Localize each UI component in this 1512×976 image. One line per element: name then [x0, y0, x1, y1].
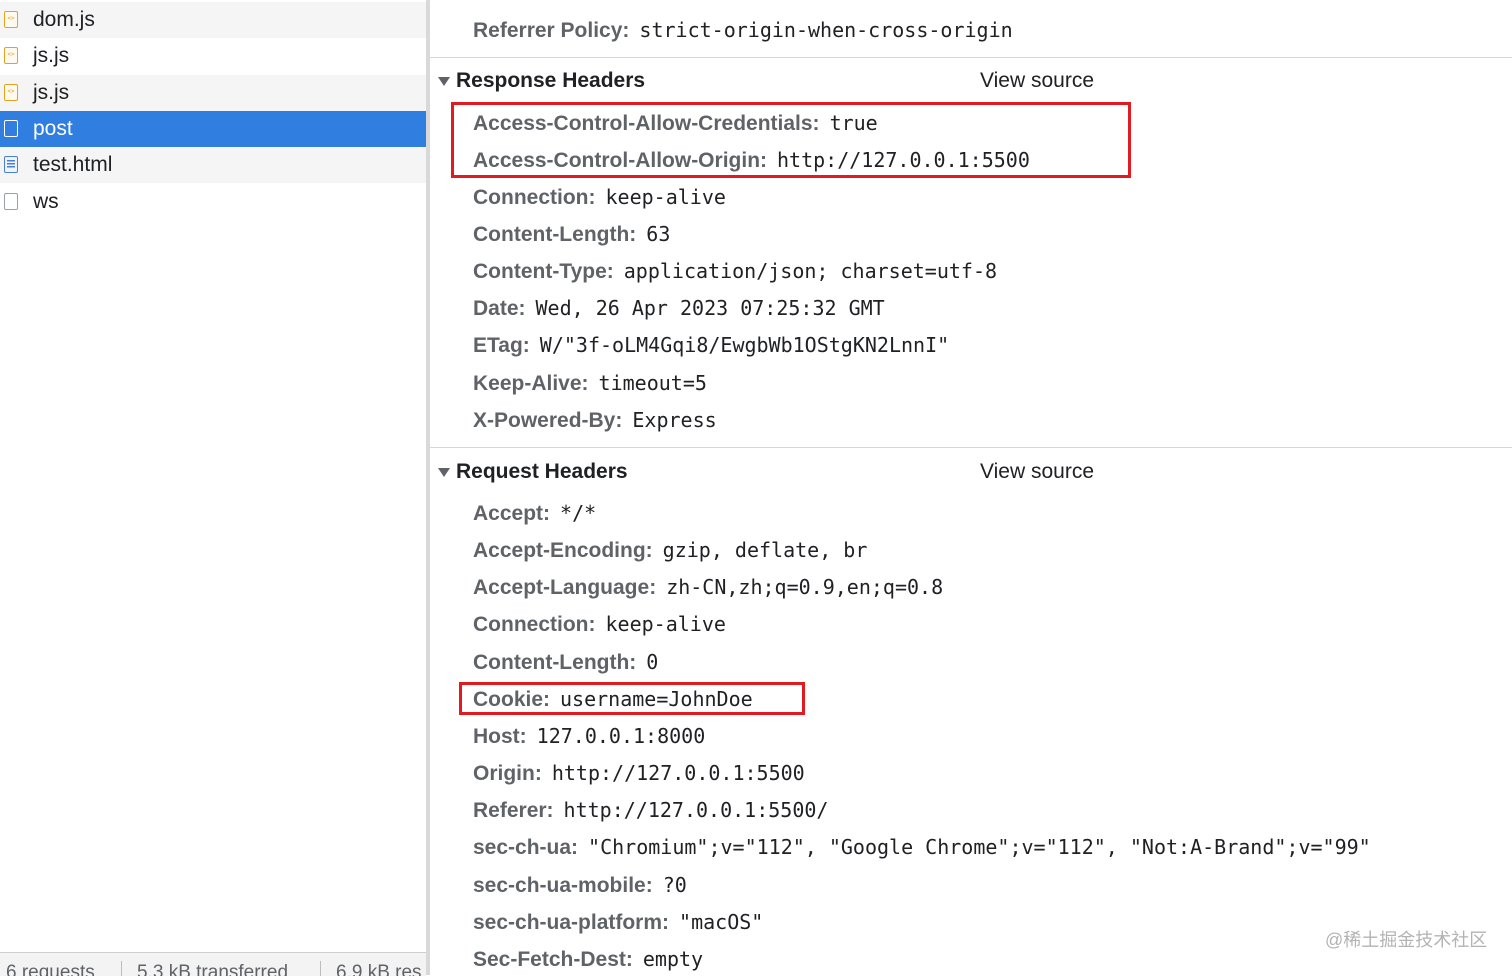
header-value: "Chromium";v="112", "Google Chrome";v="1…	[588, 835, 1371, 859]
header-value: 127.0.0.1:8000	[536, 724, 706, 748]
response-header-row: X-Powered-By: Express	[473, 405, 717, 435]
header-key: Connection:	[473, 613, 596, 636]
request-header-row: sec-ch-ua-mobile: ?0	[473, 870, 687, 900]
header-value: timeout=5	[598, 371, 707, 395]
request-row-dom-js[interactable]: dom.js	[0, 2, 426, 38]
html-file-icon	[4, 156, 18, 173]
request-name: post	[33, 117, 73, 140]
request-header-row: Accept: */*	[473, 498, 596, 528]
request-header-row: Sec-Fetch-Dest: empty	[473, 944, 703, 974]
header-value: */*	[560, 501, 597, 525]
header-value: gzip, deflate, br	[662, 538, 868, 562]
headers-panel: Referrer Policy: strict-origin-when-cross…	[430, 0, 1512, 975]
header-value: Wed, 26 Apr 2023 07:25:32 GMT	[535, 296, 885, 320]
request-name: js.js	[33, 44, 70, 67]
request-name: js.js	[33, 81, 70, 104]
header-key: Date:	[473, 297, 526, 320]
header-key: Referrer Policy:	[473, 19, 630, 42]
request-list: dom.js js.js js.js post test.html ws 6 r…	[0, 0, 426, 976]
resources-size: 6.9 kB res	[336, 962, 422, 976]
js-file-icon	[4, 47, 18, 64]
js-file-icon	[4, 11, 18, 28]
response-header-row: Date: Wed, 26 Apr 2023 07:25:32 GMT	[473, 293, 885, 323]
header-value: zh-CN,zh;q=0.9,en;q=0.8	[666, 575, 944, 599]
status-separator	[121, 961, 122, 976]
header-key: Content-Length:	[473, 223, 637, 246]
response-header-row: Content-Type: application/json; charset=u…	[473, 256, 997, 286]
status-separator	[320, 961, 321, 976]
header-key: Connection:	[473, 186, 596, 209]
response-headers-toggle[interactable]: Response Headers	[438, 67, 645, 95]
header-value: application/json; charset=utf-8	[623, 259, 998, 283]
request-header-row: Connection: keep-alive	[473, 609, 726, 639]
request-count: 6 requests	[6, 962, 95, 976]
section-title: Response Headers	[456, 69, 646, 92]
transferred-size: 5.3 kB transferred	[137, 962, 289, 976]
request-row-test-html[interactable]: test.html	[0, 147, 426, 183]
header-value: W/"3f-oLM4Gqi8/EwgbWb1OStgKN2LnnI"	[539, 333, 950, 357]
request-view-source-link[interactable]: View source	[980, 458, 1094, 486]
js-file-icon	[4, 84, 18, 101]
request-row-js-js[interactable]: js.js	[0, 75, 426, 111]
watermark: @稀土掘金技术社区	[1325, 930, 1488, 950]
request-row-post[interactable]: post	[0, 111, 426, 147]
header-value: strict-origin-when-cross-origin	[639, 18, 1013, 42]
document-icon	[4, 120, 18, 137]
request-header-row: Referer: http://127.0.0.1:5500/	[473, 795, 828, 825]
header-referrer-policy: Referrer Policy: strict-origin-when-cross…	[473, 15, 1013, 45]
header-key: Keep-Alive:	[473, 372, 589, 395]
header-value: http://127.0.0.1:5500	[551, 761, 805, 785]
document-icon	[4, 193, 18, 210]
header-key: Accept:	[473, 502, 551, 525]
response-header-row: Connection: keep-alive	[473, 182, 726, 212]
header-value: keep-alive	[605, 612, 726, 636]
request-headers-toggle[interactable]: Request Headers	[438, 458, 628, 486]
header-key: Content-Length:	[473, 651, 637, 674]
header-key: Accept-Encoding:	[473, 539, 653, 562]
header-key: Referer:	[473, 799, 554, 822]
section-divider	[430, 447, 1512, 448]
header-value: keep-alive	[605, 185, 726, 209]
header-value: empty	[642, 947, 704, 971]
header-key: sec-ch-ua-platform:	[473, 911, 670, 934]
section-title: Request Headers	[456, 460, 628, 483]
triangle-down-icon	[438, 76, 450, 86]
request-header-row: Host: 127.0.0.1:8000	[473, 721, 705, 751]
header-key: X-Powered-By:	[473, 409, 623, 432]
request-name: ws	[33, 190, 59, 213]
request-row-ws[interactable]: ws	[0, 184, 426, 220]
request-header-row: sec-ch-ua: "Chromium";v="112", "Google Ch…	[473, 832, 1371, 862]
request-header-row: Accept-Language: zh-CN,zh;q=0.9,en;q=0.8	[473, 572, 943, 602]
triangle-down-icon	[438, 467, 450, 477]
header-key: Accept-Language:	[473, 576, 657, 599]
response-header-row: Content-Length: 63	[473, 219, 670, 249]
header-value: Express	[632, 408, 717, 432]
header-value: "macOS"	[679, 910, 764, 934]
request-header-row: sec-ch-ua-platform: "macOS"	[473, 907, 763, 937]
section-divider	[430, 57, 1512, 58]
request-header-row: Origin: http://127.0.0.1:5500	[473, 758, 805, 788]
request-header-row: Accept-Encoding: gzip, deflate, br	[473, 535, 867, 565]
header-key: Sec-Fetch-Dest:	[473, 948, 633, 971]
header-key: Origin:	[473, 762, 542, 785]
header-value: http://127.0.0.1:5500/	[563, 798, 829, 822]
cors-highlight-box	[451, 102, 1131, 178]
header-key: sec-ch-ua-mobile:	[473, 874, 653, 897]
header-value: 0	[646, 650, 659, 674]
response-view-source-link[interactable]: View source	[980, 67, 1094, 95]
header-value: ?0	[662, 873, 687, 897]
header-value: 63	[646, 222, 671, 246]
status-bar: 6 requests 5.3 kB transferred 6.9 kB res	[0, 952, 426, 976]
header-key: sec-ch-ua:	[473, 836, 579, 859]
request-header-row: Content-Length: 0	[473, 647, 658, 677]
header-key: ETag:	[473, 334, 530, 357]
request-name: test.html	[33, 153, 113, 176]
header-key: Content-Type:	[473, 260, 614, 283]
response-header-row: Keep-Alive: timeout=5	[473, 368, 707, 398]
cookie-highlight-box	[459, 682, 805, 715]
request-row-js-js[interactable]: js.js	[0, 38, 426, 74]
request-name: dom.js	[33, 8, 95, 31]
response-header-row: ETag: W/"3f-oLM4Gqi8/EwgbWb1OStgKN2LnnI"	[473, 330, 949, 360]
header-key: Host:	[473, 725, 527, 748]
